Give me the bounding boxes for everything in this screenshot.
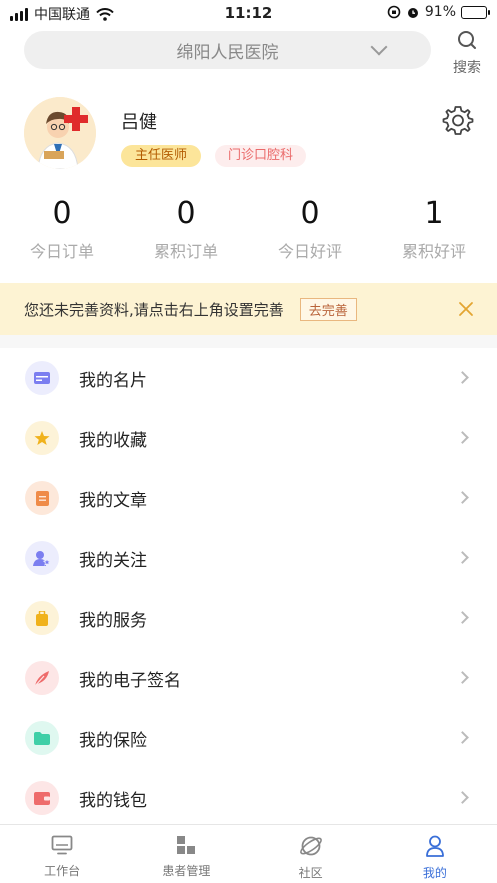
menu-item-label: 我的服务 [79, 610, 147, 631]
menu-item-e-signature[interactable]: 我的电子签名 [0, 648, 497, 708]
stats-row: 0 今日订单 0 累积订单 0 今日好评 1 累积好评 [0, 196, 497, 262]
stat-label: 今日好评 [277, 242, 342, 261]
gear-icon[interactable] [442, 104, 474, 136]
chevron-right-icon [456, 731, 469, 744]
profile-incomplete-notice: 您还未完善资料,请点击右上角设置完善 去完善 [0, 283, 497, 335]
tab-patient-management[interactable]: 患者管理 [124, 825, 248, 883]
menu-item-articles[interactable]: 我的文章 [0, 468, 497, 528]
hospital-name: 绵阳人民医院 [176, 42, 279, 63]
stat-value: 0 [176, 196, 196, 231]
person-icon [425, 835, 444, 857]
tab-me[interactable]: 我的 [373, 825, 497, 883]
tab-label: 工作台 [44, 864, 81, 878]
department-badge: 门诊口腔科 [215, 145, 307, 167]
chevron-right-icon [456, 611, 469, 624]
menu-item-favorites[interactable]: 我的收藏 [0, 408, 497, 468]
menu-item-insurance[interactable]: 我的保险 [0, 708, 497, 768]
tab-label: 社区 [298, 866, 323, 880]
menu-item-business-card[interactable]: 我的名片 [0, 348, 497, 408]
close-icon[interactable] [457, 300, 475, 318]
tab-label: 患者管理 [162, 864, 211, 878]
monitor-icon [51, 835, 73, 855]
search-label: 搜索 [453, 60, 481, 76]
section-divider [0, 335, 497, 348]
follow-user-icon [25, 541, 59, 575]
tab-community[interactable]: 社区 [249, 825, 373, 883]
wallet-icon [25, 781, 59, 815]
tab-label: 我的 [422, 866, 447, 880]
menu-item-services[interactable]: 我的服务 [0, 588, 497, 648]
chevron-right-icon [456, 431, 469, 444]
doctor-avatar-icon [24, 97, 96, 169]
card-icon [25, 361, 59, 395]
menu-list: 我的名片 我的收藏 我的文章 我的关注 我的服务 我的电子签名 我的保险 我的钱… [0, 348, 497, 828]
service-bag-icon [25, 601, 59, 635]
tab-workbench[interactable]: 工作台 [0, 825, 124, 883]
menu-item-label: 我的名片 [79, 370, 147, 391]
chevron-right-icon [456, 371, 469, 384]
hospital-selector[interactable]: 绵阳人民医院 [24, 31, 431, 69]
chevron-right-icon [456, 671, 469, 684]
menu-item-label: 我的保险 [79, 730, 147, 751]
title-badge: 主任医师 [121, 145, 202, 167]
menu-item-label: 我的关注 [79, 550, 147, 571]
stat-label: 累积订单 [153, 242, 218, 261]
battery-icon [461, 5, 490, 19]
stat-total-orders[interactable]: 0 累积订单 [124, 196, 248, 262]
folder-icon [25, 721, 59, 755]
notice-text: 您还未完善资料,请点击右上角设置完善 [24, 300, 284, 319]
feather-pen-icon [25, 661, 59, 695]
article-icon [25, 481, 59, 515]
menu-item-label: 我的收藏 [79, 430, 147, 451]
chevron-right-icon [456, 491, 469, 504]
star-icon [25, 421, 59, 455]
complete-profile-button[interactable]: 去完善 [299, 297, 357, 321]
doctor-name: 吕健 [121, 112, 157, 133]
stat-total-reviews[interactable]: 1 累积好评 [372, 196, 496, 262]
menu-item-label: 我的文章 [79, 490, 147, 511]
grid-blocks-icon [177, 836, 196, 854]
menu-item-label: 我的电子签名 [79, 670, 181, 691]
battery-percent: 91% [424, 4, 456, 20]
status-bar: 中国联通 11:12 91% [0, 0, 497, 26]
planet-icon [299, 836, 322, 856]
stat-label: 今日订单 [29, 242, 94, 261]
search-button[interactable]: 搜索 [445, 29, 489, 76]
chevron-right-icon [456, 551, 469, 564]
stat-today-orders[interactable]: 0 今日订单 [0, 196, 124, 262]
stat-value: 0 [52, 196, 72, 231]
menu-item-following[interactable]: 我的关注 [0, 528, 497, 588]
rotation-lock-icon [387, 5, 401, 19]
alarm-icon [407, 8, 418, 18]
chevron-down-icon [370, 38, 388, 56]
stat-today-reviews[interactable]: 0 今日好评 [248, 196, 372, 262]
search-icon [458, 31, 476, 49]
menu-item-wallet[interactable]: 我的钱包 [0, 768, 497, 828]
stat-label: 累积好评 [401, 242, 466, 261]
menu-item-label: 我的钱包 [79, 790, 147, 811]
bottom-tab-bar: 工作台 患者管理 社区 我的 [0, 824, 497, 883]
stat-value: 1 [424, 196, 444, 231]
avatar[interactable] [24, 97, 96, 169]
stat-value: 0 [300, 196, 320, 231]
chevron-right-icon [456, 791, 469, 804]
